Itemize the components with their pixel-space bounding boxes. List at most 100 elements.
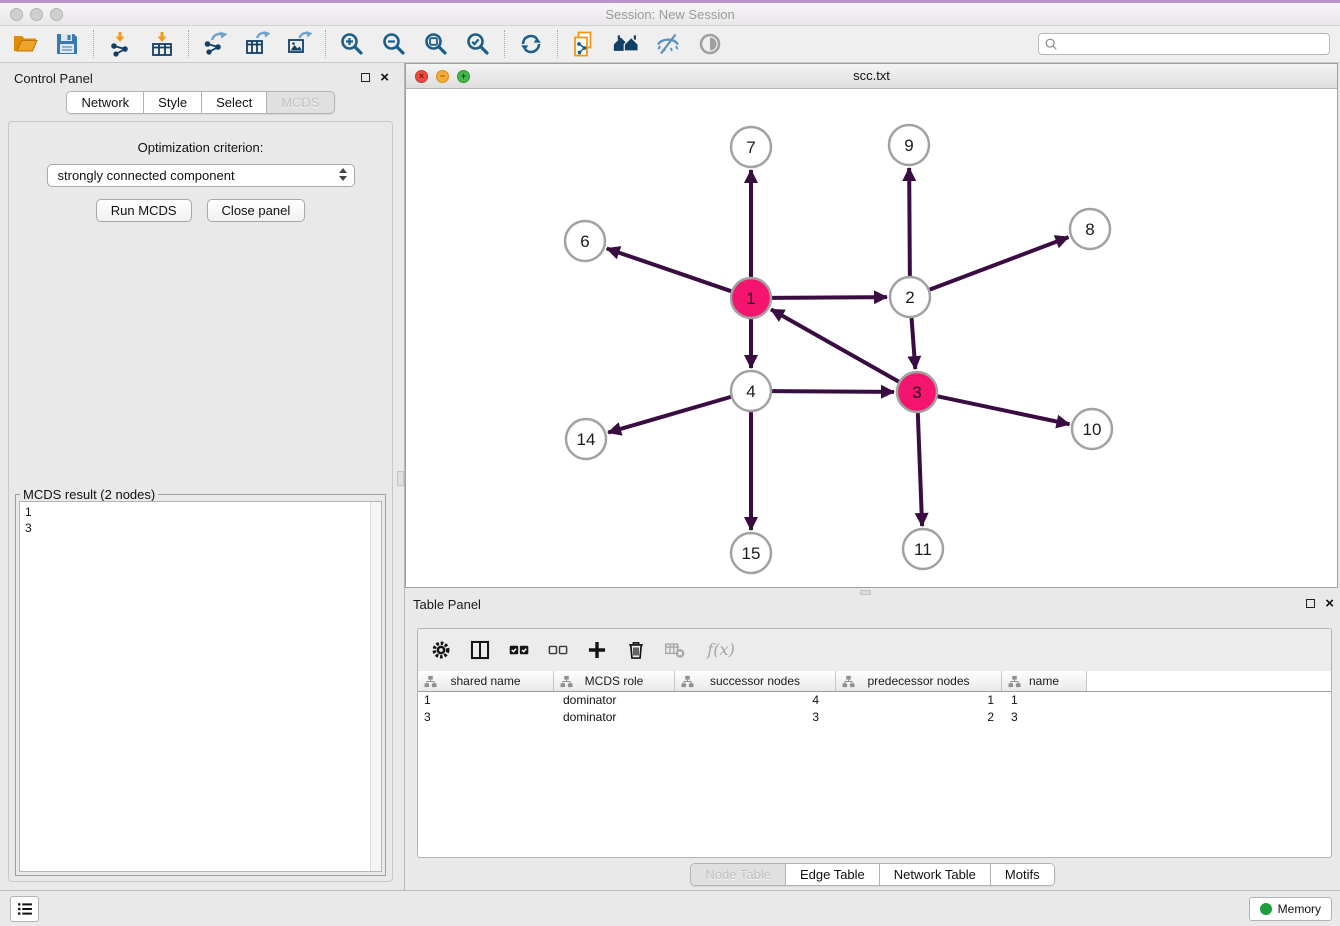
table-cell: 1 [418,692,554,709]
toolbar-group-1 [94,31,188,57]
network-graph: 7968124314101511 [406,89,1337,587]
network-minimize-button[interactable]: − [436,70,449,83]
graph-node-label: 10 [1083,420,1102,439]
copy-network-icon[interactable] [571,31,597,57]
tab-network[interactable]: Network [67,92,144,113]
mcds-result-title: MCDS result (2 nodes) [20,487,158,502]
graph-edge-2-9[interactable] [909,168,910,276]
table-cell: dominator [554,692,675,709]
table-row[interactable]: 3dominator323 [418,709,1331,726]
zoom-fit-icon[interactable] [423,31,449,57]
home-networks-icon[interactable] [613,31,639,57]
table-row[interactable]: 1dominator411 [418,692,1331,709]
hide-panels-icon[interactable] [655,31,681,57]
toolbar-group-3 [326,31,504,57]
graph-edge-3-10[interactable] [938,396,1070,424]
graph-node-label: 11 [914,540,932,559]
graph-node-label: 8 [1085,220,1094,239]
graph-edge-3-1[interactable] [771,309,899,381]
add-column-icon[interactable] [586,639,608,661]
search-input[interactable] [1058,35,1324,53]
mcds-result-line: 3 [25,520,381,536]
tab-network-table[interactable]: Network Table [880,864,991,885]
mcds-result-text[interactable]: 13 [19,501,382,872]
export-table-icon[interactable] [244,31,270,57]
search-box[interactable] [1038,33,1330,55]
tab-mcds[interactable]: MCDS [267,92,333,113]
float-panel-icon[interactable] [361,73,370,82]
table-settings-icon[interactable] [430,639,452,661]
graph-node-label: 2 [905,288,914,307]
table-tabs: Node TableEdge TableNetwork TableMotifs [690,863,1054,886]
graph-edge-1-2[interactable] [772,297,887,298]
select-all-columns-icon[interactable] [508,639,530,661]
close-panel-icon[interactable]: × [380,72,389,83]
table-cell: 1 [836,692,1002,709]
graph-edge-2-8[interactable] [930,237,1069,289]
column-header-MCDS-role[interactable]: MCDS role [554,671,675,691]
table-body: 1dominator4113dominator323 [418,692,1331,726]
task-history-button[interactable] [10,896,39,922]
graph-edge-4-3[interactable] [772,391,894,392]
tab-style[interactable]: Style [144,92,202,113]
table-toolbar: f(x) [418,629,1331,671]
export-network-icon[interactable] [202,31,228,57]
network-canvas[interactable]: 7968124314101511 [406,89,1337,587]
table-panel-title: Table Panel [405,597,481,612]
app-titlebar: Session: New Session [0,3,1340,26]
control-panel-title: Control Panel [6,71,93,86]
export-image-icon[interactable] [286,31,312,57]
table-cell: 4 [675,692,836,709]
graph-edge-3-11[interactable] [918,413,922,526]
table-cell: dominator [554,709,675,726]
mcds-panel: Optimization criterion: strongly connect… [8,121,393,882]
toolbar-group-0 [10,31,93,57]
graph-edge-4-14[interactable] [608,397,731,433]
float-table-panel-icon[interactable] [1306,599,1315,608]
result-scrollbar[interactable] [370,502,381,871]
tab-select[interactable]: Select [202,92,267,113]
open-file-icon[interactable] [12,31,38,57]
import-network-icon[interactable] [107,31,133,57]
memory-button[interactable]: Memory [1249,897,1332,921]
network-close-button[interactable]: × [415,70,428,83]
status-bar: Memory [0,890,1340,926]
memory-status-icon [1260,903,1272,915]
graph-node-label: 15 [742,544,761,563]
refresh-layout-icon[interactable] [518,31,544,57]
zoom-in-icon[interactable] [339,31,365,57]
column-header-name[interactable]: name [1002,671,1087,691]
vertical-splitter-grip[interactable] [397,471,404,486]
tab-node-table[interactable]: Node Table [691,864,786,885]
graph-node-label: 6 [580,232,589,251]
zoom-selected-icon[interactable] [465,31,491,57]
column-header-shared-name[interactable]: shared name [418,671,554,691]
network-window-titlebar[interactable]: × − + scc.txt [406,64,1337,89]
graph-edge-2-3[interactable] [912,318,916,369]
close-table-panel-icon[interactable]: × [1325,598,1334,609]
show-panels-icon [697,31,723,57]
tab-edge-table[interactable]: Edge Table [786,864,880,885]
zoom-out-icon[interactable] [381,31,407,57]
import-table-icon[interactable] [149,31,175,57]
run-mcds-button[interactable]: Run MCDS [96,199,192,222]
graph-edge-1-6[interactable] [607,248,731,291]
graph-node-label: 3 [912,383,921,402]
save-session-icon[interactable] [54,31,80,57]
deselect-all-columns-icon[interactable] [547,639,569,661]
criterion-select[interactable]: strongly connected component [47,164,355,187]
memory-label: Memory [1278,902,1321,916]
table-header: shared nameMCDS rolesuccessor nodesprede… [418,671,1331,692]
delete-table-icon [664,639,686,661]
close-panel-button[interactable]: Close panel [207,199,306,222]
mcds-result-group: MCDS result (2 nodes) 13 [15,494,386,876]
table-cell: 2 [836,709,1002,726]
function-builder-icon: f(x) [703,639,737,661]
optimization-criterion-label: Optimization criterion: [9,140,392,155]
column-header-successor-nodes[interactable]: successor nodes [675,671,836,691]
split-columns-icon[interactable] [469,639,491,661]
tab-motifs[interactable]: Motifs [991,864,1054,885]
delete-column-icon[interactable] [625,639,647,661]
network-maximize-button[interactable]: + [457,70,470,83]
column-header-predecessor-nodes[interactable]: predecessor nodes [836,671,1002,691]
